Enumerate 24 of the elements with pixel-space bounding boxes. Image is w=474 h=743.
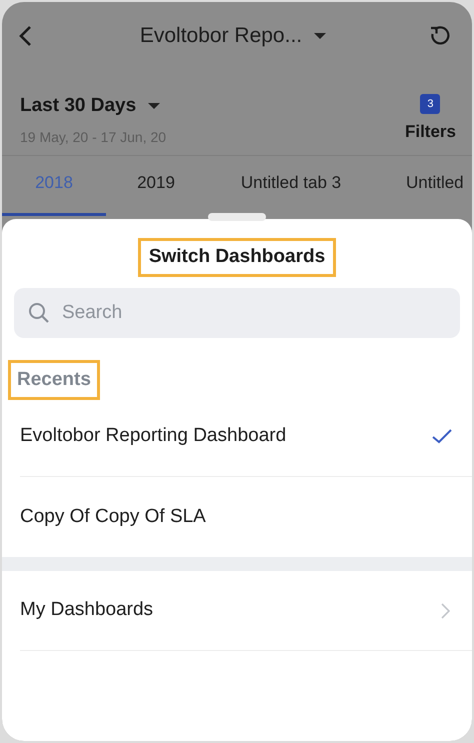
tab[interactable]: 2019	[106, 156, 206, 216]
search-icon	[28, 302, 50, 324]
refresh-icon	[429, 25, 451, 47]
caret-icon	[314, 32, 326, 40]
chevron-right-icon	[441, 602, 450, 618]
dashboard-name: Copy Of Copy Of SLA	[20, 504, 207, 529]
drag-handle[interactable]	[208, 213, 266, 221]
tab[interactable]: Untitled	[376, 156, 472, 216]
filters-label: Filters	[404, 121, 456, 143]
tab[interactable]: Untitled tab 3	[206, 156, 376, 216]
dashboard-name: Evoltobor Reporting Dashboard	[20, 424, 288, 448]
dashboard-list-item[interactable]: Copy Of Copy Of SLA	[20, 477, 472, 557]
filter-count-badge: 3	[420, 94, 440, 114]
caret-icon	[148, 102, 160, 110]
folder-name: My Dashboards	[20, 598, 154, 622]
date-range-dropdown[interactable]: Last 30 Days	[20, 92, 166, 120]
back-icon	[18, 25, 32, 47]
folder-list-item[interactable]: My Dashboards	[20, 571, 472, 651]
search-field[interactable]: Search	[14, 288, 460, 338]
filters-button[interactable]: 3 Filters	[404, 92, 456, 144]
sheet-title: Switch Dashboards	[140, 241, 334, 274]
dashboard-title-dropdown[interactable]: Evoltobor Repo...	[140, 20, 326, 52]
section-label: Recents	[11, 362, 97, 397]
dashboard-list-item[interactable]: Evoltobor Reporting Dashboard	[20, 397, 472, 477]
